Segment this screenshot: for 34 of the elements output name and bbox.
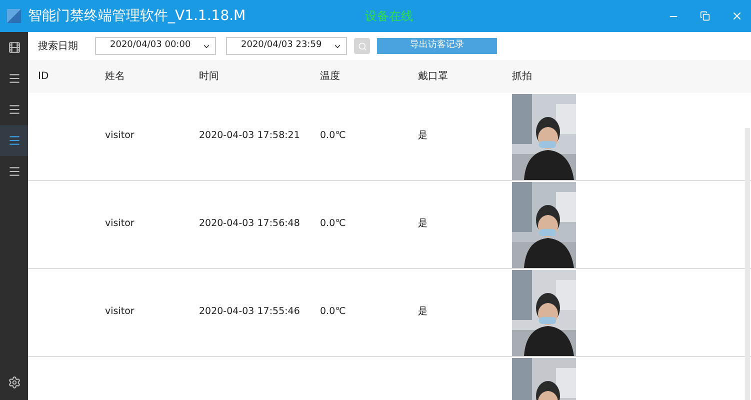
table-cell: visitor [105, 306, 134, 318]
table-cell: 是 [418, 218, 428, 230]
column-header: 温度 [320, 71, 340, 82]
table-cell: 2020-04-03 17:55:46 [199, 306, 300, 318]
table-cell: 是 [418, 306, 428, 318]
table-cell: 2020-04-03 17:56:48 [199, 218, 300, 230]
menu-icon [8, 72, 20, 85]
table-cell: 0.0℃ [320, 218, 346, 230]
table-cell: 是 [418, 130, 428, 142]
table-cell: visitor [105, 130, 134, 142]
column-header: 姓名 [105, 71, 125, 82]
table-cell: 2020-04-03 17:58:21 [199, 130, 300, 142]
window-title: 智能门禁终端管理软件_V1.1.18.M [28, 6, 247, 26]
restore-icon [700, 11, 710, 21]
app-icon [7, 9, 21, 23]
column-header: 时间 [199, 71, 219, 82]
settings-icon [8, 376, 20, 389]
sidebar-item[interactable] [0, 125, 28, 156]
menu-icon [8, 103, 20, 116]
close-icon [731, 10, 743, 22]
film-icon [8, 41, 20, 54]
table-cell: 0.0℃ [320, 306, 346, 318]
column-header: ID [38, 71, 49, 82]
device-status: 设备在线 [365, 8, 413, 25]
table-cell: 0.0℃ [320, 130, 346, 142]
date-label: 搜索日期 [38, 40, 79, 54]
table-cell: visitor [105, 218, 134, 230]
column-header: 抓拍 [512, 71, 532, 82]
column-header: 戴口罩 [418, 71, 448, 82]
start-date-dropdown[interactable]: 2020/04/03 00:00 [95, 37, 216, 55]
end-date-dropdown[interactable]: 2020/04/03 23:59 [226, 37, 347, 55]
menu-icon [8, 165, 20, 178]
menu-icon [8, 134, 20, 147]
search-icon [358, 42, 366, 50]
